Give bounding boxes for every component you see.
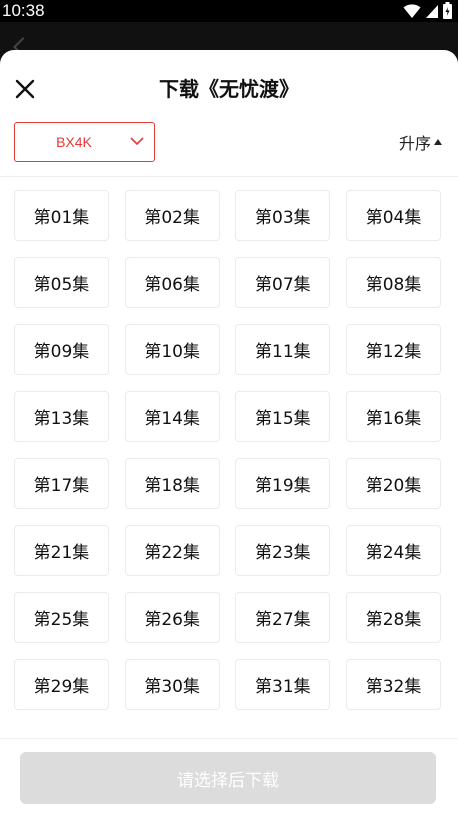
episode-item[interactable]: 第32集 <box>346 659 442 710</box>
episode-item[interactable]: 第27集 <box>235 592 331 643</box>
episode-item[interactable]: 第01集 <box>14 190 109 241</box>
signal-icon <box>426 4 438 18</box>
download-button[interactable]: 请选择后下载 <box>20 752 436 804</box>
episode-item[interactable]: 第26集 <box>124 592 220 643</box>
status-time: 10:38 <box>2 1 45 20</box>
episode-item[interactable]: 第06集 <box>124 257 220 308</box>
episode-item[interactable]: 第07集 <box>235 257 331 308</box>
battery-icon <box>443 2 452 19</box>
chevron-down-icon <box>130 137 144 146</box>
quality-select[interactable]: BX4K <box>14 122 155 162</box>
episode-item[interactable]: 第13集 <box>14 391 109 442</box>
quality-value: BX4K <box>56 134 92 150</box>
episode-item[interactable]: 第04集 <box>346 190 442 241</box>
episode-item[interactable]: 第10集 <box>124 324 220 375</box>
episode-item[interactable]: 第23集 <box>235 525 331 576</box>
episode-item[interactable]: 第12集 <box>346 324 442 375</box>
episode-item[interactable]: 第15集 <box>235 391 331 442</box>
episode-item[interactable]: 第03集 <box>235 190 331 241</box>
episode-item[interactable]: 第11集 <box>235 324 331 375</box>
episode-item[interactable]: 第17集 <box>14 458 109 509</box>
toolbar: BX4K 升序 <box>0 120 458 177</box>
episode-item[interactable]: 第05集 <box>14 257 109 308</box>
episode-item[interactable]: 第19集 <box>235 458 331 509</box>
episode-item[interactable]: 第22集 <box>124 525 220 576</box>
bottom-bar: 请选择后下载 <box>0 738 458 820</box>
episode-item[interactable]: 第14集 <box>124 391 220 442</box>
episode-item[interactable]: 第08集 <box>346 257 442 308</box>
episode-grid: 第01集 第02集 第03集 第04集第05集 第06集 第07集 第08集第09集 第10集… <box>14 190 444 710</box>
episode-item[interactable]: 第18集 <box>124 458 220 509</box>
episode-item[interactable]: 第31集 <box>235 659 331 710</box>
episode-item[interactable]: 第16集 <box>346 391 442 442</box>
episode-item[interactable]: 第25集 <box>14 592 109 643</box>
sheet-title: 下载《无忧渡》 <box>159 77 299 101</box>
sort-label: 升序 <box>398 134 431 153</box>
status-bar: 10:38 <box>0 0 458 22</box>
sort-toggle[interactable]: 升序 <box>399 130 442 154</box>
episode-item[interactable]: 第20集 <box>346 458 442 509</box>
episode-item[interactable]: 第29集 <box>14 659 109 710</box>
episode-item[interactable]: 第21集 <box>14 525 109 576</box>
episode-item[interactable]: 第24集 <box>346 525 442 576</box>
episode-item[interactable]: 第30集 <box>124 659 220 710</box>
episode-item[interactable]: 第02集 <box>124 190 220 241</box>
episode-item[interactable]: 第28集 <box>346 592 442 643</box>
wifi-icon <box>403 3 421 18</box>
download-sheet: 下载《无忧渡》 BX4K 升序 第01集 第02集 第03集 第04集第05集 第06集… <box>0 50 458 820</box>
episode-item[interactable]: 第09集 <box>14 324 109 375</box>
sort-up-icon <box>434 139 442 145</box>
sheet-header: 下载《无忧渡》 <box>0 50 458 120</box>
status-icons <box>403 2 452 19</box>
